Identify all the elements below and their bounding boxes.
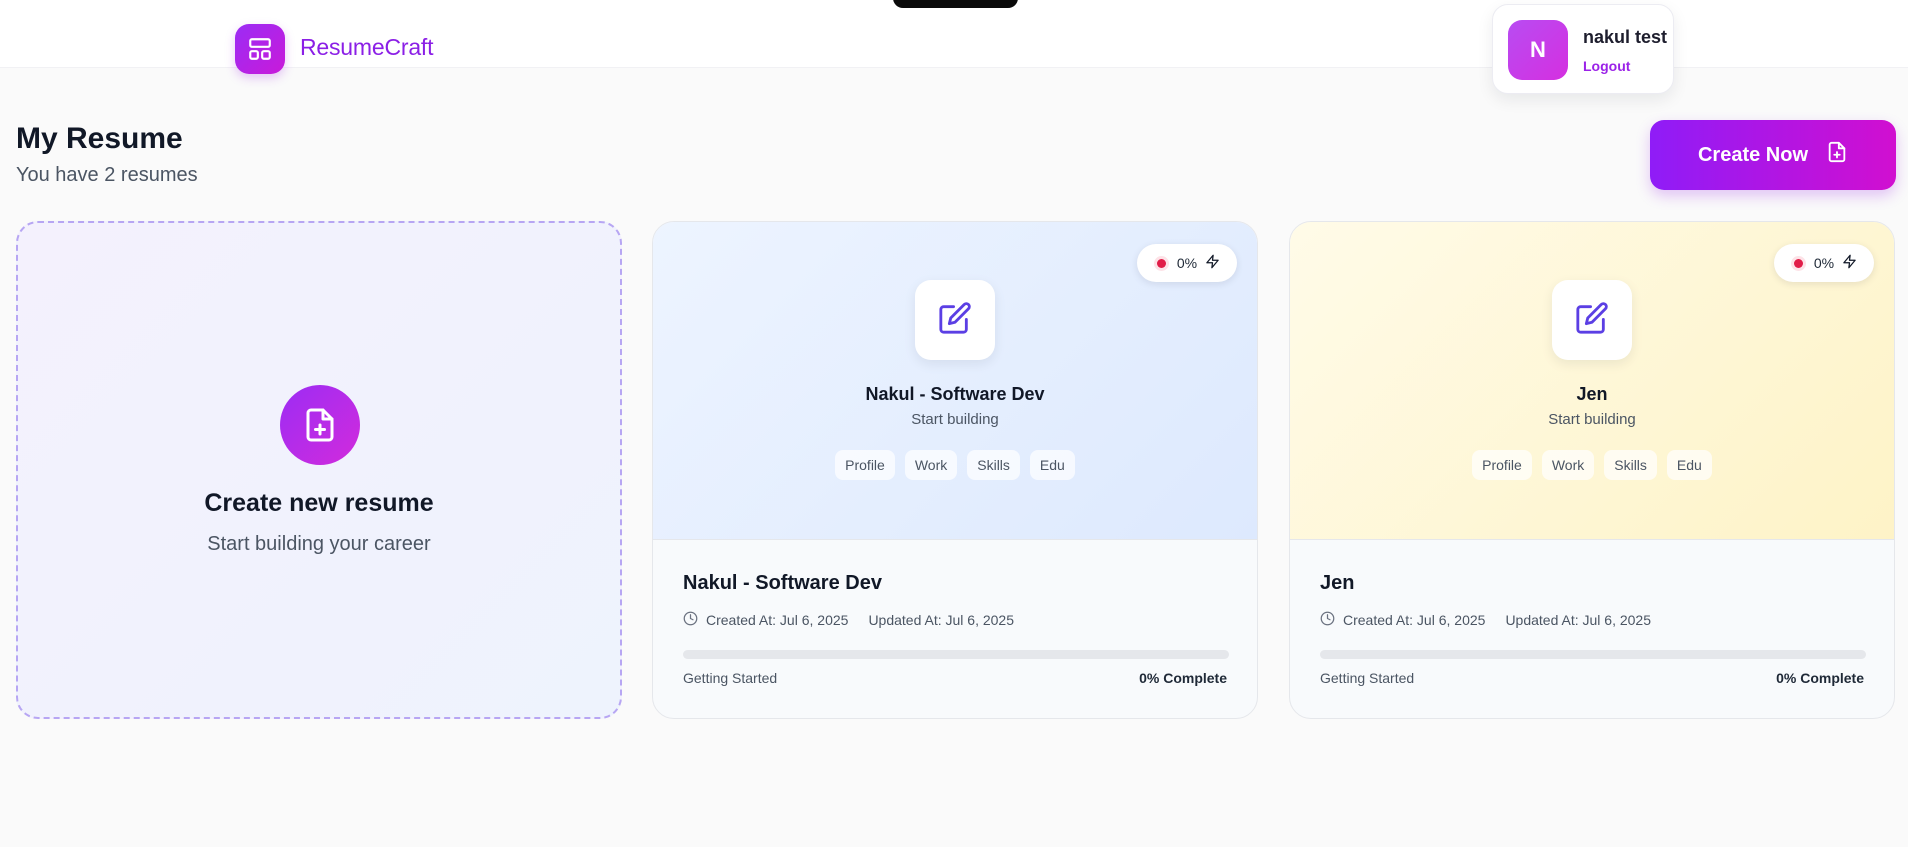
clock-icon: [1320, 611, 1335, 629]
resume-card[interactable]: 0% Nakul - Software Dev Start building P…: [652, 221, 1258, 719]
file-plus-icon: [1826, 141, 1848, 169]
page-title: My Resume: [16, 122, 183, 155]
completion-percent: 0%: [1176, 255, 1198, 271]
completion-percent: 0%: [1813, 255, 1835, 271]
clock-icon: [683, 611, 698, 629]
section-tags: Profile Work Skills Edu: [653, 450, 1257, 480]
avatar[interactable]: N: [1508, 20, 1568, 80]
edit-resume-button[interactable]: [1552, 280, 1632, 360]
progress-bar: [683, 650, 1229, 659]
resume-preview[interactable]: 0% Nakul - Software Dev Start building P…: [653, 222, 1257, 540]
screen-notch: [893, 0, 1018, 8]
lightning-icon: [1842, 254, 1857, 272]
updated-date: Updated At: Jul 6, 2025: [1505, 612, 1651, 628]
resume-title[interactable]: Jen: [1320, 572, 1354, 595]
logout-link[interactable]: Logout: [1583, 58, 1630, 74]
tag-work: Work: [1541, 450, 1595, 480]
create-new-title: Create new resume: [204, 489, 434, 517]
progress-complete: 0% Complete: [1776, 670, 1864, 686]
progress-status: Getting Started: [1320, 670, 1415, 686]
tag-profile: Profile: [1472, 450, 1532, 480]
create-now-label: Create Now: [1697, 143, 1809, 166]
lightning-icon: [1205, 254, 1220, 272]
resume-title[interactable]: Nakul - Software Dev: [683, 572, 882, 595]
edit-resume-button[interactable]: [915, 280, 995, 360]
resume-count: You have 2 resumes: [16, 164, 198, 186]
tag-edu: Edu: [1029, 450, 1075, 480]
section-tags: Profile Work Skills Edu: [1290, 450, 1894, 480]
create-now-button[interactable]: Create Now: [1650, 120, 1896, 190]
tag-edu: Edu: [1666, 450, 1712, 480]
tag-skills: Skills: [1604, 450, 1657, 480]
completion-badge: 0%: [1774, 244, 1874, 282]
user-menu: N nakul test Logout: [1492, 4, 1674, 94]
tag-skills: Skills: [967, 450, 1020, 480]
created-date: Created At: Jul 6, 2025: [1343, 612, 1486, 628]
pencil-square-icon: [1575, 301, 1609, 340]
user-name: nakul test: [1583, 27, 1668, 47]
resume-card[interactable]: 0% Jen Start building Profile Work Skill…: [1289, 221, 1895, 719]
completion-badge: 0%: [1137, 244, 1237, 282]
preview-subtitle: Start building: [911, 411, 999, 428]
app-name[interactable]: ResumeCraft: [300, 34, 433, 61]
created-date: Created At: Jul 6, 2025: [706, 612, 849, 628]
progress-status: Getting Started: [683, 670, 778, 686]
tag-profile: Profile: [835, 450, 895, 480]
resume-dates: Created At: Jul 6, 2025 Updated At: Jul …: [1320, 611, 1651, 629]
pencil-square-icon: [938, 301, 972, 340]
tag-work: Work: [904, 450, 958, 480]
preview-title: Jen: [1576, 384, 1608, 404]
progress-complete: 0% Complete: [1139, 670, 1227, 686]
create-new-subtitle: Start building your career: [207, 533, 431, 555]
progress-bar: [1320, 650, 1866, 659]
file-plus-icon: [280, 385, 360, 465]
preview-subtitle: Start building: [1548, 411, 1636, 428]
logo-icon[interactable]: [235, 24, 285, 74]
record-dot-icon: [1153, 255, 1169, 271]
create-new-resume-card[interactable]: Create new resume Start building your ca…: [16, 221, 622, 719]
updated-date: Updated At: Jul 6, 2025: [868, 612, 1014, 628]
record-dot-icon: [1790, 255, 1806, 271]
preview-title: Nakul - Software Dev: [865, 384, 1045, 404]
resume-preview[interactable]: 0% Jen Start building Profile Work Skill…: [1290, 222, 1894, 540]
resume-dates: Created At: Jul 6, 2025 Updated At: Jul …: [683, 611, 1014, 629]
